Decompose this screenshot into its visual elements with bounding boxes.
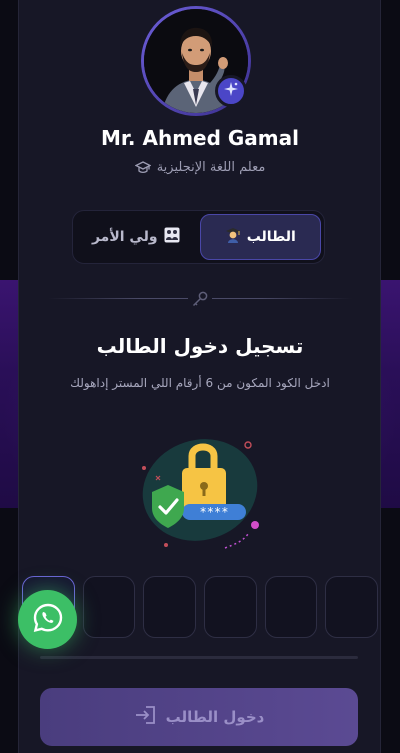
login-description: ادخل الكود المكون من 6 أرقام اللي المستر… <box>70 376 330 390</box>
tab-parent-label: ولي الأمر <box>91 229 158 245</box>
padlock-shield-illustration: **** <box>130 430 270 555</box>
whatsapp-icon <box>32 602 64 638</box>
teacher-role-text: معلم اللغة الإنجليزية <box>156 160 266 175</box>
key-icon <box>188 288 212 310</box>
tab-student[interactable]: الطالب <box>199 214 321 260</box>
verified-badge <box>215 75 247 107</box>
password-mask: **** <box>200 505 229 519</box>
page: Mr. Ahmed Gamal معلم اللغة الإنجليزية ول… <box>0 0 400 753</box>
code-progress-bar <box>40 656 358 659</box>
sparkle-icon <box>223 81 239 101</box>
teacher-role: معلم اللغة الإنجليزية <box>0 160 400 175</box>
family-icon <box>164 227 180 247</box>
tab-parent[interactable]: ولي الأمر <box>76 214 196 260</box>
code-digit-3[interactable] <box>143 576 197 638</box>
student-login-button[interactable]: دخول الطالب <box>40 688 358 746</box>
tab-student-label: الطالب <box>246 229 296 245</box>
code-digit-6[interactable] <box>325 576 379 638</box>
role-tabs: ولي الأمر الطالب <box>72 210 325 264</box>
code-digit-5[interactable] <box>264 576 318 638</box>
student-icon <box>225 227 241 247</box>
whatsapp-button[interactable] <box>18 590 77 649</box>
login-arrow-icon <box>134 705 156 729</box>
teacher-name: Mr. Ahmed Gamal <box>101 126 299 150</box>
student-login-label: دخول الطالب <box>165 708 265 726</box>
graduation-cap-icon <box>134 160 151 175</box>
code-digit-2[interactable] <box>82 576 136 638</box>
login-title: تسجيل دخول الطالب <box>96 334 304 358</box>
code-digit-4[interactable] <box>204 576 257 638</box>
